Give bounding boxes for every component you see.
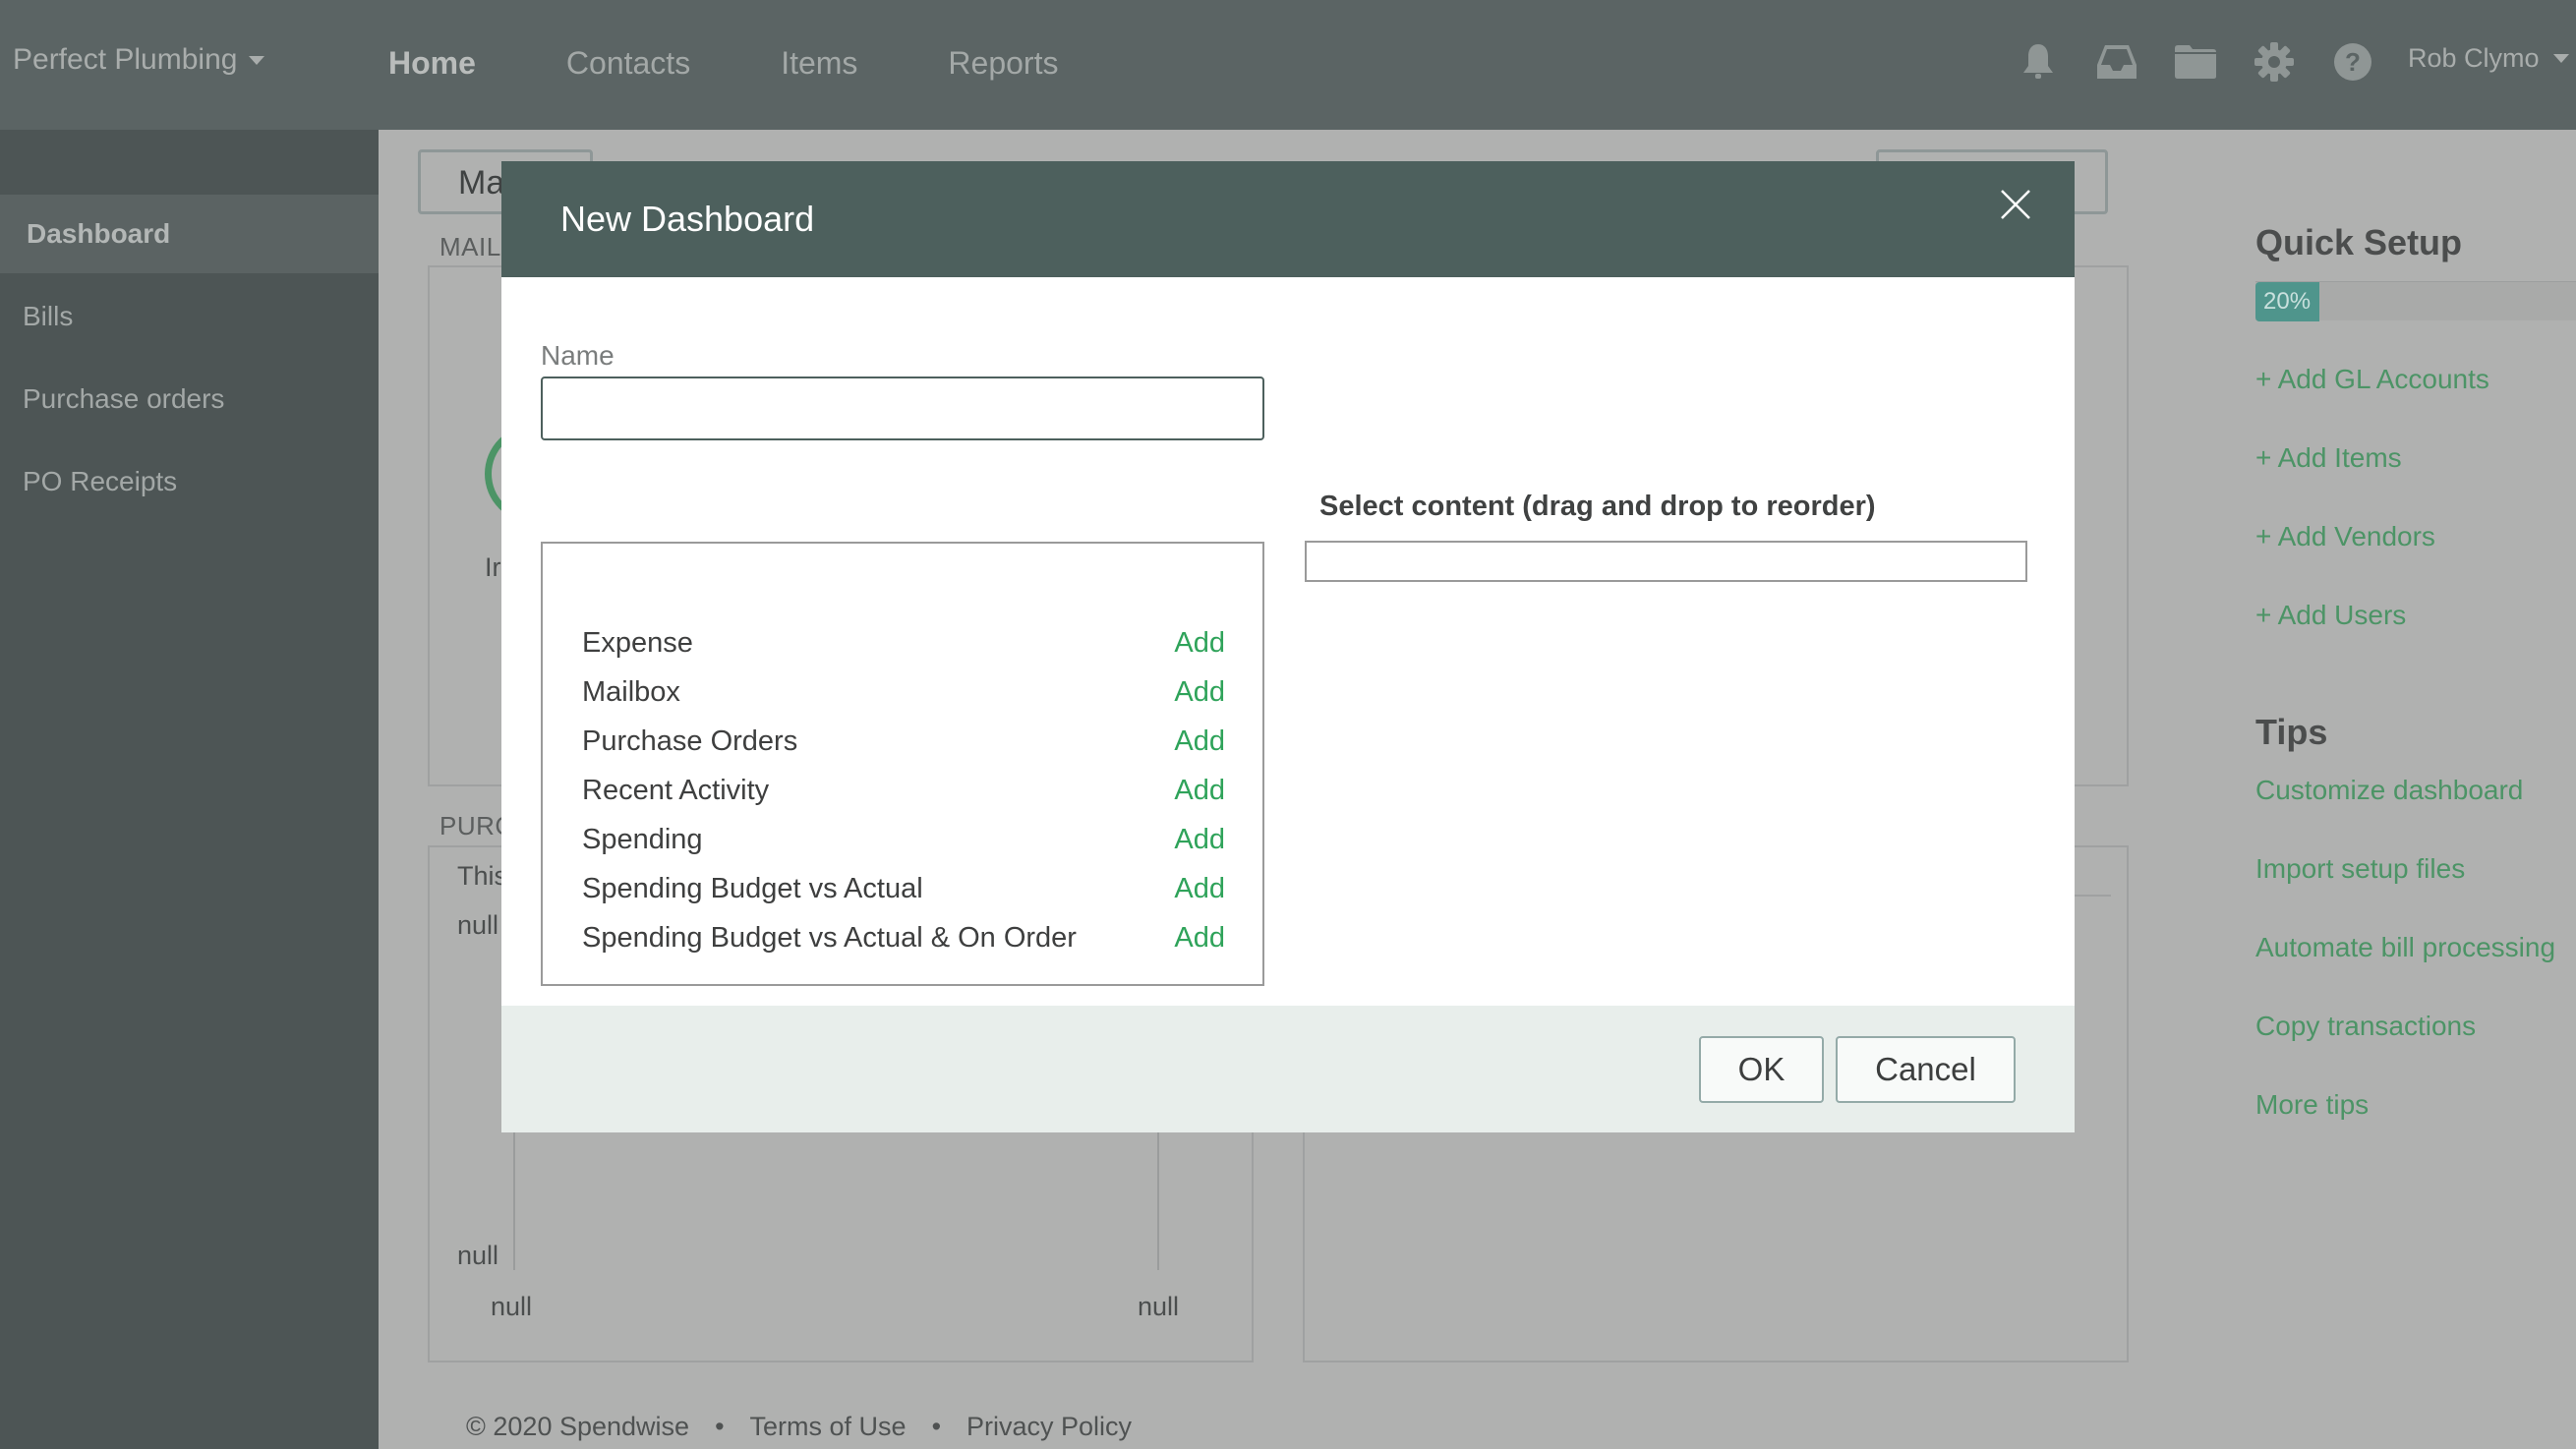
folder-icon[interactable] (2171, 37, 2220, 87)
user-menu[interactable]: Rob Clymo (2408, 43, 2569, 74)
x-axis-left-label: null (491, 1292, 533, 1321)
list-item[interactable]: Purchase Orders Add (582, 717, 1225, 766)
tip-copy-transactions[interactable]: Copy transactions (2255, 1011, 2476, 1042)
add-vendors-link[interactable]: + Add Vendors (2255, 521, 2435, 552)
add-gl-accounts-link[interactable]: + Add GL Accounts (2255, 364, 2489, 395)
sidebar: Dashboard Bills Purchase orders PO Recei… (0, 130, 379, 1449)
nav-contacts[interactable]: Contacts (566, 45, 690, 82)
gear-icon[interactable] (2250, 37, 2299, 87)
toolbar-icons: ? (2014, 37, 2407, 87)
nav-home[interactable]: Home (388, 45, 476, 82)
purchase-sub-label: This (457, 861, 508, 891)
top-navigation-bar: Perfect Plumbing Home Contacts Items Rep… (0, 0, 2576, 130)
setup-progress-fill: 20% (2255, 282, 2320, 321)
add-spending-budget-vs-actual-button[interactable]: Add (1174, 873, 1225, 905)
y-axis-top-label: null (457, 910, 499, 940)
organization-switcher[interactable]: Perfect Plumbing (13, 43, 265, 77)
list-item-label: Spending (582, 823, 703, 855)
main-nav: Home Contacts Items Reports (388, 45, 1148, 82)
list-item-label: Purchase Orders (582, 724, 798, 757)
list-item[interactable]: Recent Activity Add (582, 766, 1225, 815)
terms-link[interactable]: Terms of Use (750, 1412, 907, 1442)
add-spending-button[interactable]: Add (1174, 824, 1225, 856)
selected-content-dropzone[interactable] (1305, 541, 2027, 582)
privacy-link[interactable]: Privacy Policy (966, 1412, 1132, 1442)
new-dashboard-dialog: New Dashboard Name Expense Add Mailbox A… (501, 161, 2075, 1132)
list-item[interactable]: Expense Add (582, 618, 1225, 667)
right-axis-line (1157, 1123, 1159, 1270)
dashboard-name-input[interactable] (541, 377, 1264, 440)
sidebar-item-label: Bills (23, 301, 74, 331)
dialog-title: New Dashboard (560, 199, 815, 239)
user-name: Rob Clymo (2408, 43, 2540, 73)
list-item-label: Spending Budget vs Actual (582, 872, 923, 904)
nav-items[interactable]: Items (781, 45, 857, 82)
sidebar-item-bills[interactable]: Bills (0, 277, 379, 356)
ok-button[interactable]: OK (1699, 1036, 1824, 1103)
dialog-header: New Dashboard (501, 161, 2075, 277)
available-content-list: Expense Add Mailbox Add Purchase Orders … (541, 542, 1264, 986)
x-axis-right-label: null (1138, 1292, 1180, 1321)
sidebar-item-label: Dashboard (27, 218, 171, 249)
bell-icon[interactable] (2014, 37, 2063, 87)
tips-title: Tips (2255, 712, 2328, 752)
list-item-label: Recent Activity (582, 774, 770, 806)
footer-separator: • (715, 1412, 725, 1441)
cancel-button[interactable]: Cancel (1836, 1036, 2016, 1103)
sidebar-item-label: PO Receipts (23, 466, 178, 496)
dialog-footer: OK Cancel (501, 1006, 2075, 1132)
name-label: Name (541, 340, 615, 371)
y-axis-line (513, 1123, 515, 1270)
list-item-label: Mailbox (582, 675, 680, 708)
close-button[interactable] (1986, 175, 2045, 234)
chevron-down-icon (249, 55, 265, 65)
copyright: © 2020 Spendwise (466, 1412, 690, 1441)
list-item[interactable]: Spending Budget vs Actual Add (582, 864, 1225, 913)
page-footer: © 2020 Spendwise • Terms of Use • Privac… (466, 1412, 1132, 1442)
dashboard-select-label: Ma (458, 164, 505, 202)
setup-progress-bar: 20% (2255, 281, 2576, 321)
add-purchase-orders-button[interactable]: Add (1174, 725, 1225, 758)
sidebar-item-po-receipts[interactable]: PO Receipts (0, 442, 379, 521)
add-users-link[interactable]: + Add Users (2255, 600, 2406, 631)
list-item[interactable]: Spending Budget vs Actual & On Order Add (582, 913, 1225, 962)
sidebar-item-purchase-orders[interactable]: Purchase orders (0, 360, 379, 438)
quick-setup-panel: Quick Setup 20% + Add GL Accounts + Add … (2255, 130, 2576, 1449)
tip-import-setup-files[interactable]: Import setup files (2255, 853, 2465, 885)
chevron-down-icon (2552, 54, 2569, 63)
add-items-link[interactable]: + Add Items (2255, 442, 2402, 474)
list-item-label: Spending Budget vs Actual & On Order (582, 921, 1077, 954)
list-item[interactable]: Mailbox Add (582, 667, 1225, 717)
inbox-icon[interactable] (2092, 37, 2141, 87)
help-icon[interactable]: ? (2328, 37, 2377, 87)
select-content-label: Select content (drag and drop to reorder… (1319, 491, 1876, 522)
add-expense-button[interactable]: Add (1174, 627, 1225, 660)
add-mailbox-button[interactable]: Add (1174, 676, 1225, 709)
mailbox-sub-label: Ir (485, 552, 501, 582)
add-spending-budget-vs-actual-on-order-button[interactable]: Add (1174, 922, 1225, 955)
footer-separator: • (931, 1412, 942, 1441)
close-icon (2001, 190, 2030, 219)
sidebar-item-dashboard[interactable]: Dashboard (0, 195, 379, 273)
list-item-label: Expense (582, 626, 693, 659)
sidebar-item-label: Purchase orders (23, 383, 225, 414)
tip-automate-bill-processing[interactable]: Automate bill processing (2255, 932, 2555, 963)
add-recent-activity-button[interactable]: Add (1174, 775, 1225, 807)
nav-reports[interactable]: Reports (948, 45, 1058, 82)
organization-name: Perfect Plumbing (13, 43, 238, 76)
mailbox-section-label: MAIL (439, 232, 501, 261)
svg-text:?: ? (2345, 47, 2361, 77)
tip-customize-dashboard[interactable]: Customize dashboard (2255, 775, 2523, 806)
quick-setup-title: Quick Setup (2255, 222, 2463, 262)
tip-more-tips[interactable]: More tips (2255, 1089, 2369, 1121)
y-axis-bottom-label: null (457, 1241, 499, 1270)
setup-progress-label: 20% (2263, 288, 2312, 315)
list-item[interactable]: Spending Add (582, 815, 1225, 864)
